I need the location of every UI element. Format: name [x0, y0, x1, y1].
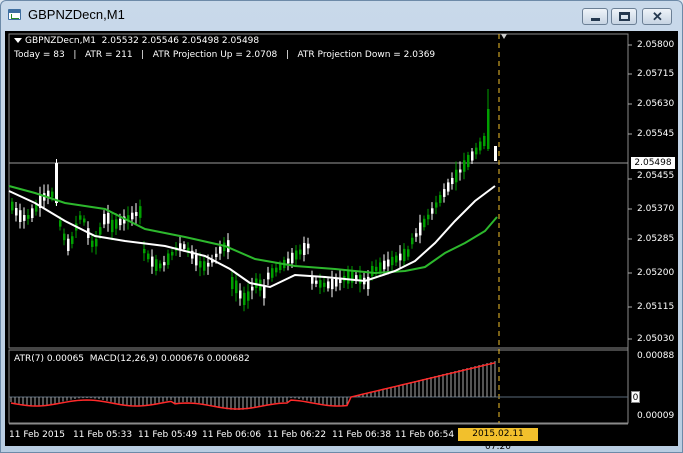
- chart-window: GBPNZDecn,M1 ✕ GBPNZDecn,M1 2.05532 2.05…: [0, 0, 683, 453]
- price-tick-label: 2.05030: [637, 334, 675, 344]
- price-tick-label: 2.05115: [637, 302, 675, 312]
- price-tick-label: 2.05370: [637, 204, 675, 214]
- indicator-label: ATR(7) 0.00065 MACD(12,26,9) 0.000676 0.…: [14, 354, 250, 364]
- atr-stats-line: Today = 83 | ATR = 211 | ATR Projection …: [14, 50, 436, 60]
- current-price-label: 2.05498: [631, 157, 675, 169]
- chart-canvas[interactable]: GBPNZDecn,M1 2.05532 2.05546 2.05498 2.0…: [5, 31, 678, 452]
- macd-signal-line: [10, 362, 496, 410]
- minimize-button[interactable]: [582, 8, 608, 25]
- minimize-icon: [591, 18, 600, 21]
- chart-svg: [8, 33, 632, 425]
- chart-menu-triangle-icon[interactable]: [14, 38, 22, 43]
- time-tick-label: 11 Feb 2015: [9, 430, 66, 440]
- time-tick-label: 11 Feb 06:38: [332, 430, 392, 440]
- main-panel-border: [8, 33, 629, 349]
- time-tick-label: 11 Feb 06:22: [267, 430, 327, 440]
- price-tick-label: 2.05715: [637, 69, 675, 79]
- indicator-axis-bottom: 0.00009: [637, 411, 675, 421]
- close-icon: ✕: [652, 9, 663, 24]
- restore-icon: [619, 12, 630, 21]
- fast-moving-average-line: [8, 185, 496, 289]
- price-tick-label: 2.05285: [637, 234, 675, 244]
- cursor-time-label: 2015.02.11 07:20: [458, 428, 538, 452]
- close-button[interactable]: ✕: [642, 8, 672, 25]
- time-shift-marker-icon: [501, 34, 507, 39]
- symbol-ohlc-line: GBPNZDecn,M1 2.05532 2.05546 2.05498 2.0…: [25, 36, 260, 46]
- restore-button[interactable]: [611, 8, 637, 25]
- time-tick-label: 11 Feb 05:49: [138, 430, 198, 440]
- price-tick-label: 2.05545: [637, 129, 675, 139]
- time-tick-label: 11 Feb 06:06: [202, 430, 262, 440]
- price-tick-label: 2.05455: [637, 171, 675, 181]
- time-tick-label: 11 Feb 06:54: [395, 430, 455, 440]
- time-tick-label: 11 Feb 05:33: [73, 430, 133, 440]
- window-title: GBPNZDecn,M1: [28, 7, 125, 22]
- indicator-zero-label: 0: [631, 391, 640, 403]
- title-bar[interactable]: GBPNZDecn,M1 ✕: [1, 1, 682, 29]
- price-tick-label: 2.05630: [637, 99, 675, 109]
- price-tick-label: 2.05200: [637, 268, 675, 278]
- chart-window-icon: [8, 9, 21, 20]
- indicator-axis-top: 0.00088: [637, 351, 675, 361]
- price-tick-label: 2.05800: [637, 40, 675, 50]
